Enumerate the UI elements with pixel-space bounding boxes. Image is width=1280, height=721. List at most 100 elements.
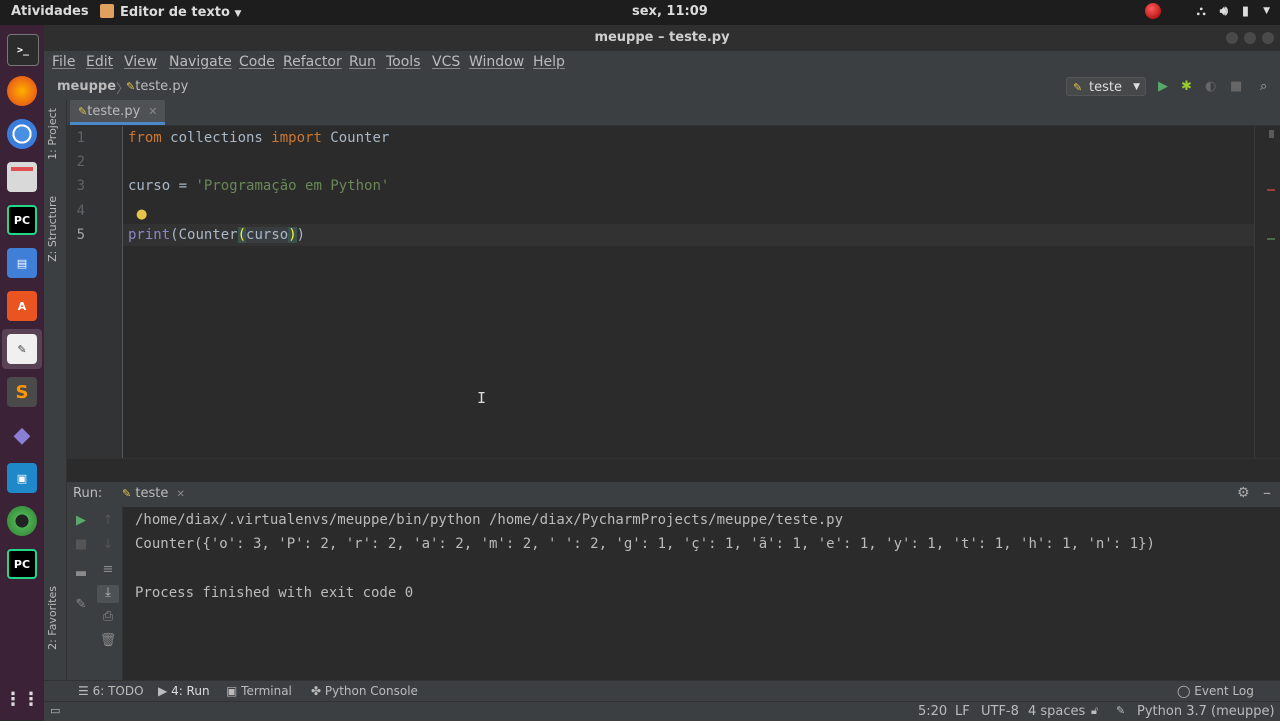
line-separator[interactable]: LF	[955, 704, 970, 719]
chevron-down-icon[interactable]: ▼	[1263, 6, 1270, 16]
disc-app-icon[interactable]	[7, 506, 37, 536]
terminal-icon: ▣	[226, 684, 238, 698]
code-token: collections	[161, 130, 272, 146]
menu-help[interactable]: Help	[533, 54, 565, 70]
close-icon[interactable]: ✕	[148, 105, 157, 118]
up-arrow-icon[interactable]: ↑	[97, 513, 119, 531]
event-log-tool-tab[interactable]: ◯ Event Log	[1177, 684, 1254, 698]
menu-code[interactable]: Code	[239, 54, 275, 70]
python-interpreter[interactable]: Python 3.7 (meuppe)	[1137, 704, 1275, 719]
menu-tools[interactable]: Tools	[386, 54, 421, 70]
line-number: 3	[76, 178, 85, 194]
todo-tool-tab[interactable]: ☰ 6: TODO	[78, 684, 144, 698]
menu-run[interactable]: Run	[349, 54, 376, 70]
battery-icon[interactable]: ▮	[1242, 4, 1249, 19]
code-token: from	[128, 130, 162, 146]
print-icon[interactable]: ⎙	[97, 609, 119, 627]
gear-icon[interactable]: ⚙	[1237, 485, 1250, 501]
menu-window[interactable]: Window	[469, 54, 524, 70]
line-number: 4	[76, 203, 85, 219]
coverage-icon[interactable]: ◐	[1205, 79, 1216, 94]
debug-icon[interactable]: ✱	[1181, 79, 1192, 94]
indent-setting[interactable]: 4 spaces	[1028, 704, 1085, 719]
stop-icon[interactable]: ■	[70, 537, 92, 555]
file-encoding[interactable]: UTF-8	[981, 704, 1019, 719]
tool-window-toggle-icon[interactable]: ▭	[50, 704, 60, 717]
lock-icon[interactable]: 🔓︎	[1091, 704, 1098, 718]
maximize-icon[interactable]	[1244, 32, 1256, 44]
run-icon[interactable]: ▶	[1158, 79, 1168, 94]
pycharm-icon[interactable]: PC	[7, 549, 37, 579]
scroll-to-end-icon[interactable]: ⤓	[97, 585, 119, 603]
rerun-icon[interactable]: ▶	[70, 513, 92, 531]
menu-file[interactable]: File	[52, 54, 75, 70]
menu-refactor[interactable]: Refactor	[283, 54, 342, 70]
app-menu[interactable]: Editor de texto ▼	[100, 4, 241, 20]
code-token: print	[128, 227, 171, 243]
code-line-3: curso = 'Programação em Python'	[128, 178, 389, 194]
error-marker[interactable]	[1267, 189, 1275, 191]
screenshot-icon[interactable]: ▣	[7, 463, 37, 493]
stop-icon[interactable]: ■	[1230, 79, 1242, 94]
warning-marker[interactable]	[1267, 238, 1275, 240]
breadcrumb-file[interactable]: ✎teste.py	[126, 79, 188, 94]
caret-position[interactable]: 5:20	[918, 704, 947, 719]
run-tool-tab[interactable]: ▶ 4: Run	[158, 684, 210, 698]
code-token: 'Programação em Python'	[195, 178, 390, 194]
record-icon[interactable]	[1144, 3, 1161, 19]
run-config-select[interactable]: ✎ teste ▼	[1066, 77, 1146, 96]
project-tool-tab[interactable]: 1: Project	[46, 108, 59, 160]
pycharm-icon[interactable]: PC	[7, 205, 37, 235]
search-icon[interactable]: ⌕	[1260, 79, 1267, 94]
terminal-tab-label: Terminal	[241, 684, 292, 698]
firefox-icon[interactable]	[7, 76, 37, 106]
terminal-icon[interactable]: >_	[7, 34, 39, 66]
layout-icon[interactable]: ▬	[70, 566, 92, 584]
run-panel-label: Run:	[73, 486, 103, 501]
apps-grid-icon[interactable]: ⋮⋮	[4, 684, 40, 714]
minimize-icon[interactable]	[1226, 32, 1238, 44]
clock[interactable]: sex, 11:09	[632, 4, 708, 19]
code-token: Counter	[321, 130, 390, 146]
trash-icon[interactable]: 🗑︎	[97, 633, 119, 651]
soft-wrap-icon[interactable]: ≡	[97, 562, 119, 580]
software-center-icon[interactable]: A	[7, 291, 37, 321]
writer-icon[interactable]: ▤	[7, 248, 37, 278]
code-editor[interactable]: from collections import Counter curso = …	[123, 126, 1254, 458]
diamond-app-icon[interactable]: ◆	[7, 420, 37, 450]
python-icon: ✎	[1073, 81, 1083, 94]
run-tab-teste[interactable]: ✎ teste ✕	[122, 486, 185, 501]
menu-view[interactable]: View	[124, 54, 157, 70]
text-editor-icon[interactable]: ✎	[7, 334, 37, 364]
favorites-tool-tab[interactable]: 2: Favorites	[46, 586, 59, 650]
close-icon[interactable]	[1262, 32, 1274, 44]
menu-edit[interactable]: Edit	[86, 54, 113, 70]
lightbulb-icon[interactable]: ●	[136, 207, 147, 222]
sublime-icon[interactable]: S	[7, 377, 37, 407]
minimize-panel-icon[interactable]: –	[1263, 483, 1271, 502]
python-console-tool-tab[interactable]: ✤ Python Console	[311, 684, 418, 698]
network-icon[interactable]: ⛬	[1197, 4, 1206, 19]
structure-tool-tab[interactable]: Z: Structure	[46, 196, 59, 262]
menu-navigate[interactable]: Navigate	[169, 54, 232, 70]
run-tab-label: teste	[135, 486, 169, 501]
run-console-output[interactable]: /home/diax/.virtualenvs/meuppe/bin/pytho…	[123, 507, 1280, 680]
activities-button[interactable]: Atividades	[11, 4, 89, 19]
console-line: Counter({'o': 3, 'P': 2, 'r': 2, 'a': 2,…	[135, 536, 1155, 552]
close-icon[interactable]: ✕	[176, 489, 184, 500]
down-arrow-icon[interactable]: ↓	[97, 537, 119, 555]
file-manager-icon[interactable]	[7, 162, 37, 192]
window-title-bar: meuppe – teste.py	[44, 25, 1280, 51]
mouse-cursor-icon: I	[477, 389, 487, 407]
panel-splitter[interactable]	[67, 458, 1280, 483]
breadcrumb-file-label: teste.py	[135, 79, 189, 94]
terminal-tool-tab[interactable]: ▣ Terminal	[226, 684, 292, 698]
breadcrumb-project[interactable]: meuppe	[57, 79, 116, 94]
list-icon: ☰	[78, 684, 89, 698]
volume-icon[interactable]: 🔊︎	[1220, 4, 1228, 19]
pin-icon[interactable]: ✎	[70, 597, 92, 615]
menu-vcs[interactable]: VCS	[432, 54, 460, 70]
editor-tab-teste-py[interactable]: ✎teste.py ✕	[70, 100, 166, 125]
run-panel-header: Run: ✎ teste ✕ ⚙ –	[67, 482, 1280, 507]
chromium-icon[interactable]	[7, 119, 37, 149]
